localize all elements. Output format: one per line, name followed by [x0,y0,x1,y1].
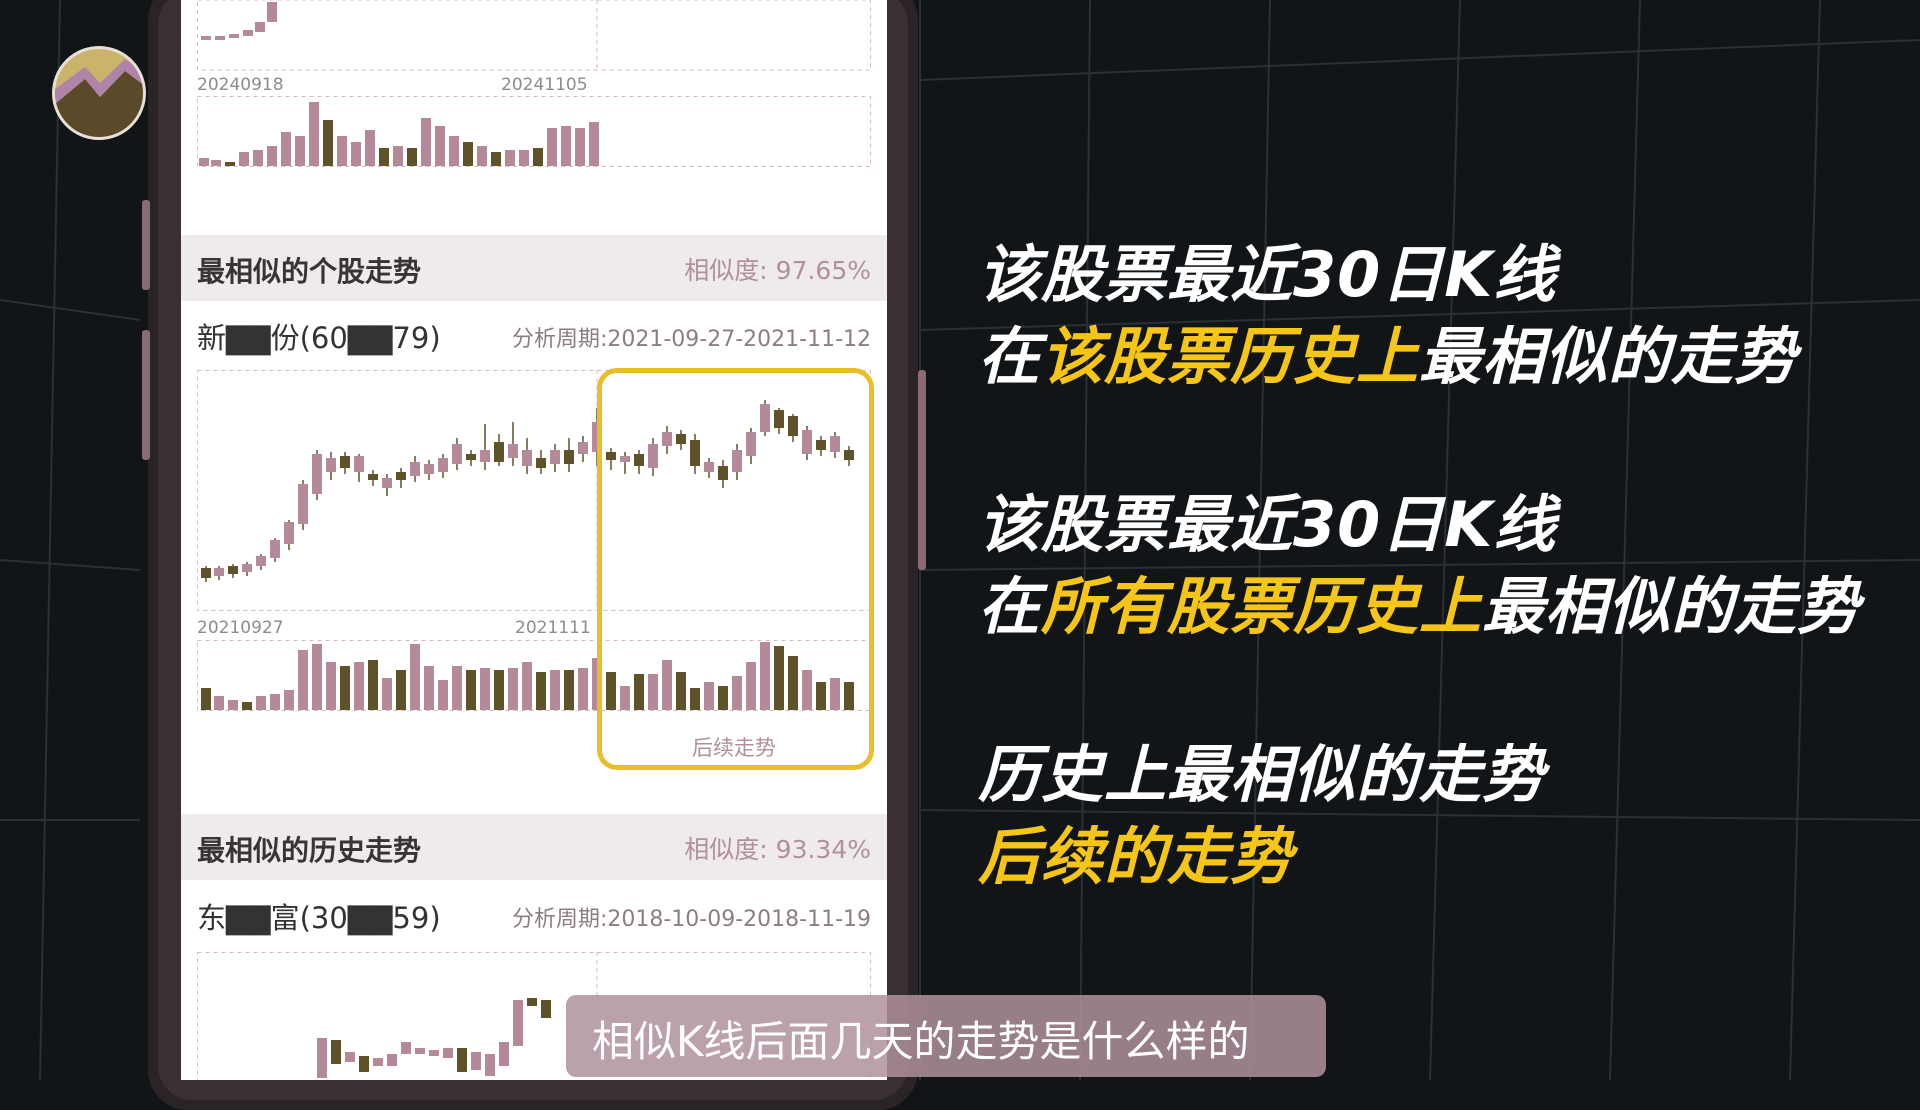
annotation-line-2-highlight: 该股票历史上 [1041,320,1420,393]
annotation-line-2-suffix: 最相似的走势 [1419,320,1798,393]
phone-side-button [918,370,926,570]
annotation-line-4-highlight: 所有股票历史上 [1041,570,1483,643]
annotation-line-4-prefix: 在 [978,570,1042,643]
history-section-header: 最相似的历史走势 相似度: 93.34% [181,814,887,880]
top-chart-date-mid: 20241105 [501,75,588,95]
top-chart-date-start: 20240918 [197,75,284,95]
annotation-line-3: 该股票最近30日K线 [978,488,1557,561]
history-section-title: 最相似的历史走势 [197,834,422,867]
annotation-line-4-suffix: 最相似的走势 [1482,570,1861,643]
stock-section-title: 最相似的个股走势 [197,255,422,288]
stock-chart-date-mid: 2021111 [515,618,591,638]
stock-chart-date-start: 20210927 [197,618,284,638]
channel-logo [52,46,146,140]
follow-trend-label: 后续走势 [692,736,776,760]
top-volume-chart [197,96,871,167]
follow-trend-highlight-box [597,368,874,770]
annotation-line-4: 在所有股票历史上最相似的走势 [978,556,1860,646]
subtitle-text: 相似K线后面几天的走势是什么样的 [592,1017,1250,1066]
history-analysis-period: 分析周期:2018-10-09-2018-11-19 [511,907,871,932]
annotation-line-2-prefix: 在 [978,320,1042,393]
phone-side-button [142,330,150,460]
annotation-line-6: 后续的走势 [978,820,1294,893]
phone-side-button [142,200,150,290]
history-section-similarity: 相似度: 93.34% [684,835,871,864]
stock-section-similarity: 相似度: 97.65% [684,256,871,285]
stock-analysis-period: 分析周期:2021-09-27-2021-11-12 [511,327,871,352]
similar-stock-name[interactable]: 新▇▇份(60▇▇79) [197,315,441,357]
history-stock-name[interactable]: 东▇▇富(30▇▇59) [197,895,441,937]
top-price-chart [197,0,871,71]
stock-section-header: 最相似的个股走势 相似度: 97.65% [181,235,887,301]
annotation-line-1: 该股票最近30日K线 [978,238,1557,311]
annotation-line-5: 历史上最相似的走势 [978,738,1546,811]
annotation-line-2: 在该股票历史上最相似的走势 [978,306,1797,396]
